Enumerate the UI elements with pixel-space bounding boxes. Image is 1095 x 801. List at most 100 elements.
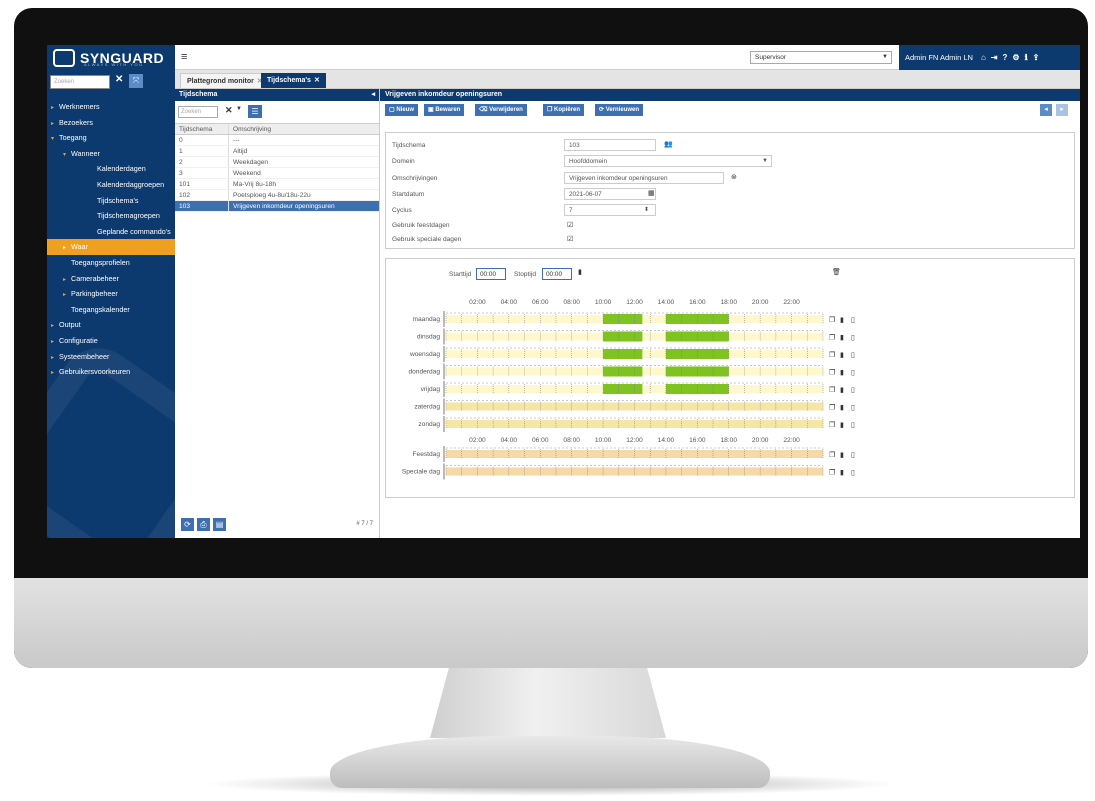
sidebar-item-label: Toegangskalender: [71, 304, 130, 314]
feestdagen-checkbox[interactable]: ☑: [567, 221, 573, 229]
sidebar-item[interactable]: ▸ Configuratie: [47, 333, 175, 349]
column-header-tijdschema[interactable]: Tijdschema: [175, 124, 229, 134]
chevron-down-icon[interactable]: ▼: [236, 106, 242, 112]
sidebar-item-label: Parkingbeheer: [71, 289, 118, 299]
sidebar-item[interactable]: ▸ Werknemers: [47, 99, 175, 115]
hour-label: 04:00: [501, 437, 518, 444]
table-row[interactable]: 2 Weekdagen: [175, 157, 379, 168]
save-button[interactable]: ▣ Bewaren: [424, 104, 465, 116]
export-icon[interactable]: ▤: [213, 518, 226, 531]
startdatum-field[interactable]: 2021-06-07: [564, 188, 656, 200]
refresh-icon[interactable]: ⟳: [181, 518, 194, 531]
copy-button[interactable]: ❐ Kopiëren: [543, 104, 585, 116]
tab-label: Plattegrond monitor: [187, 78, 254, 85]
domein-select[interactable]: Hoofddomein ▼: [564, 155, 772, 167]
caret-icon: ▾: [51, 136, 55, 143]
time-block: [603, 331, 643, 342]
sidebar-item[interactable]: Geplande commando's: [47, 224, 175, 240]
sidebar-menu: ▸ Werknemers ▸ Bezoekers ▾ Toegang ▾ Wanneer Kal…: [47, 99, 175, 380]
sidebar-item[interactable]: Toegangsprofielen: [47, 255, 175, 271]
monitor-chin: [14, 578, 1088, 668]
column-header-omschrijving[interactable]: Omschrijving: [229, 124, 275, 134]
previous-record-icon[interactable]: ◂: [1040, 104, 1052, 116]
translate-icon[interactable]: ⊛: [731, 173, 737, 181]
sidebar-item[interactable]: ▸ Output: [47, 317, 175, 333]
sidebar-item[interactable]: ▸ Systeembeheer: [47, 349, 175, 365]
upload-icon[interactable]: ⇪: [1033, 53, 1040, 62]
detail-panel: Vrijgeven inkomdeur openingsuren ▢ Nieuw…: [380, 89, 1080, 538]
calendar-icon[interactable]: ▦: [648, 189, 655, 197]
speciale-dagen-label: Gebruik speciale dagen: [392, 236, 462, 243]
tab-close-icon[interactable]: ✕: [314, 77, 320, 84]
app-screen: SYNGUARD ALWAYS WITH YOU ≡ Supervisor ▼ …: [47, 45, 1080, 538]
day-label: Speciale dag: [402, 469, 440, 476]
sidebar-item[interactable]: Kalenderdaggroepen: [47, 177, 175, 193]
stepper-icon[interactable]: ⬍: [644, 206, 649, 213]
tab-label: Tijdschema's: [267, 77, 311, 84]
list-clear-icon[interactable]: ✕: [225, 105, 233, 116]
settings-icon[interactable]: ⚙: [1012, 53, 1019, 62]
hour-label: 04:00: [501, 299, 518, 306]
sidebar-item[interactable]: Tijdschema's: [47, 193, 175, 209]
hamburger-icon[interactable]: ≡: [181, 51, 187, 63]
print-icon[interactable]: ⎙: [197, 518, 210, 531]
hour-label: 10:00: [595, 437, 612, 444]
sidebar-clear-icon[interactable]: ✕: [115, 74, 123, 85]
sidebar-item-label: Bezoekers: [59, 117, 93, 127]
sidebar-item[interactable]: ▸ Bezoekers: [47, 115, 175, 131]
list-view-icon[interactable]: ☰: [248, 105, 262, 118]
tree-expand-icon[interactable]: ⤧: [129, 74, 143, 88]
sidebar-item-label: Waar: [71, 242, 88, 252]
trash-icon: ▯: [851, 352, 855, 359]
delete-button[interactable]: ⌫ Verwijderen: [475, 104, 527, 116]
logout-icon[interactable]: ⇥: [991, 53, 998, 62]
day-label: woensdag: [409, 351, 440, 358]
cyclus-stepper[interactable]: 7 ⬍: [564, 204, 656, 216]
list-grid-body: 0 --- 1 Altijd 2 Weekdagen 3 Weekend 101 Ma-Vrij …: [175, 135, 379, 212]
sidebar-item[interactable]: Tijdschemagroepen: [47, 208, 175, 224]
table-row[interactable]: 101 Ma-Vrij 8u-18h: [175, 179, 379, 190]
list-search-input[interactable]: Zoeken: [178, 106, 218, 118]
sidebar-search-input[interactable]: Zoeken: [50, 75, 110, 89]
sidebar-item[interactable]: ▸ Camerabeheer: [47, 271, 175, 287]
table-row[interactable]: 3 Weekend: [175, 168, 379, 179]
brand-logo[interactable]: SYNGUARD ALWAYS WITH YOU: [47, 45, 175, 70]
next-record-icon[interactable]: ▸: [1056, 104, 1068, 116]
sidebar-item[interactable]: ▸ Parkingbeheer: [47, 286, 175, 302]
copy-icon: ❐: [829, 369, 835, 377]
hour-label: 16:00: [689, 437, 706, 444]
table-row[interactable]: 103 Vrijgeven inkomdeur openingsuren: [175, 201, 379, 212]
hour-label: 18:00: [720, 299, 737, 306]
sidebar-item-label: Werknemers: [59, 102, 100, 111]
role-select[interactable]: Supervisor ▼: [750, 51, 892, 64]
table-row[interactable]: 102 Poetsploeg 4u-8u/18u-22u: [175, 190, 379, 201]
sidebar-item[interactable]: Toegangskalender: [47, 302, 175, 318]
tab-plattegrond-monitor[interactable]: Plattegrond monitor ✕: [180, 73, 270, 88]
collapse-icon[interactable]: ◂: [371, 90, 375, 98]
trash-icon: ▯: [851, 387, 855, 394]
table-row[interactable]: 0 ---: [175, 135, 379, 146]
day-label: zondag: [418, 421, 440, 428]
sidebar-item[interactable]: Kalenderdagen: [47, 161, 175, 177]
speciale-dagen-checkbox[interactable]: ☑: [567, 235, 573, 243]
new-button[interactable]: ▢ Nieuw: [385, 104, 419, 116]
sidebar-item-label: Toegang: [59, 133, 87, 143]
sidebar-item[interactable]: ▾ Toegang: [47, 130, 175, 146]
home-icon[interactable]: ⌂: [981, 53, 986, 62]
sidebar-item[interactable]: ▸ Gebruikersvoorkeuren: [47, 364, 175, 380]
list-footer: ⟳ ⎙ ▤ # 7 / 7: [175, 516, 379, 534]
cyclus-label: Cyclus: [392, 207, 412, 214]
users-icon[interactable]: 👥: [664, 140, 673, 148]
help-icon[interactable]: ?: [1003, 53, 1008, 62]
schedule-chart[interactable]: 02:00 04:00 06:00 08:00 10:00 12:00 14:00 16:00…: [386, 259, 1074, 497]
table-row[interactable]: 1 Altijd: [175, 146, 379, 157]
tab-tijdschemas[interactable]: Tijdschema's ✕: [261, 73, 326, 88]
sidebar-item[interactable]: ▸ Waar: [47, 239, 175, 255]
omschrijving-field[interactable]: Vrijgeven inkomdeur openingsuren: [564, 172, 724, 184]
sidebar-item[interactable]: ▾ Wanneer: [47, 146, 175, 162]
trash-icon: ▯: [851, 470, 855, 477]
user-name[interactable]: Admin FN Admin LN: [905, 53, 973, 62]
refresh-button[interactable]: ⟳ Vernieuwen: [595, 104, 644, 116]
info-icon[interactable]: ℹ: [1025, 53, 1028, 62]
tijdschema-field[interactable]: 103: [564, 139, 656, 151]
